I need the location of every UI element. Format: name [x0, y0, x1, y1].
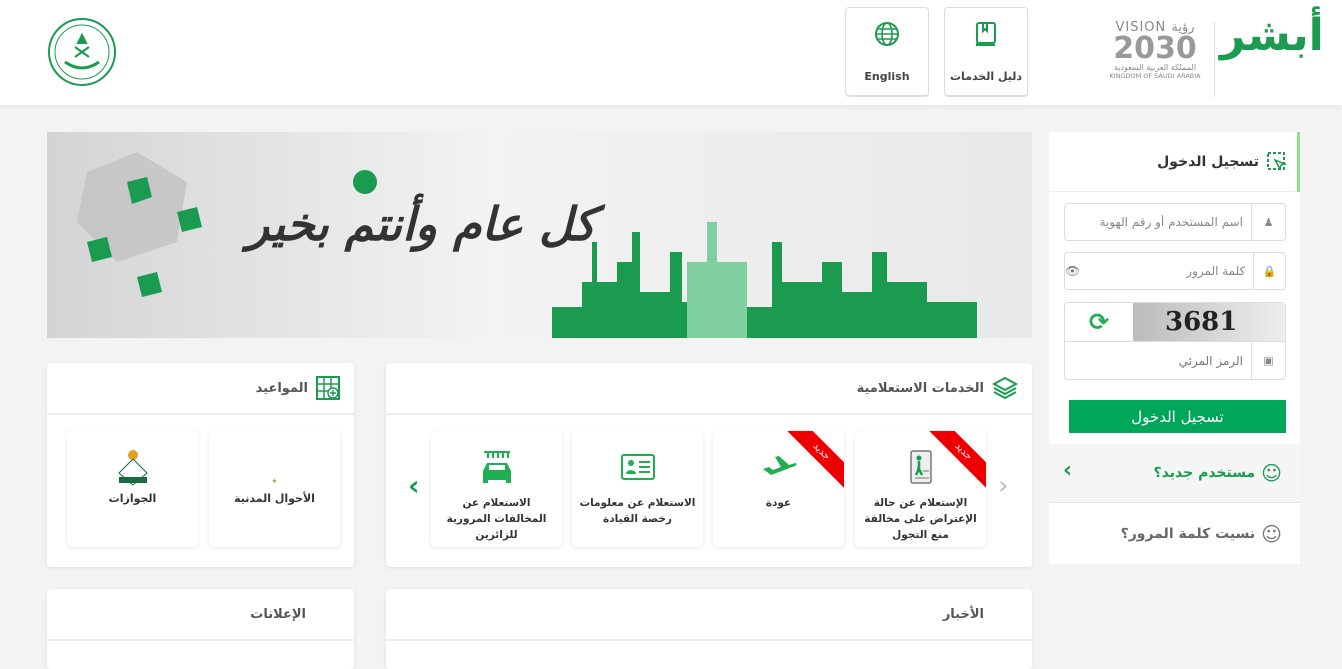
- password-input[interactable]: [1087, 253, 1254, 289]
- chevron-left-icon: ‹: [1063, 458, 1073, 483]
- captcha-image: 3681: [1133, 303, 1285, 341]
- eye-icon[interactable]: 👁: [1065, 264, 1087, 278]
- passports-logo: [117, 450, 148, 486]
- service-curfew-objection[interactable]: جديد الإستعلام عن حالة الإعتراض على مخال…: [855, 431, 986, 547]
- refresh-captcha-icon[interactable]: ⟳: [1065, 303, 1133, 341]
- vision-2030-logo: VISION رؤية 2030 المملكة العربية السعودي…: [1109, 20, 1201, 80]
- services-guide-button[interactable]: دليل الخدمات: [944, 7, 1028, 97]
- login-title: تسجيل الدخول: [1157, 153, 1259, 170]
- ministry-emblem-logo: [48, 18, 116, 86]
- english-button[interactable]: English: [845, 7, 929, 97]
- appointments-title: المواعيد: [255, 380, 308, 396]
- english-label: English: [864, 70, 910, 83]
- absher-logo: أبشر: [1220, 10, 1324, 61]
- carousel-next-arrow[interactable]: ‹: [408, 469, 420, 502]
- announcements-title: الإعلانات: [250, 606, 306, 622]
- carousel-prev-arrow[interactable]: ›: [998, 471, 1008, 501]
- username-input[interactable]: [1065, 204, 1251, 240]
- appointment-civil-affairs[interactable]: ★ الأحوال المدنية: [209, 431, 340, 547]
- login-submit-button[interactable]: تسجيل الدخول: [1069, 400, 1286, 433]
- captcha-box: ⟳ 3681 ▣: [1064, 302, 1286, 380]
- username-field[interactable]: ♟: [1064, 203, 1286, 241]
- service-visitor-traffic-violations[interactable]: الاستعلام عن المخالفات المرورية للزائرين: [431, 431, 562, 547]
- captcha-input[interactable]: [1065, 342, 1251, 379]
- image-icon: ▣: [1251, 342, 1285, 379]
- civil-affairs-logo: ★: [271, 477, 278, 485]
- greeting-banner: كل عام وأنتم بخير: [47, 132, 1032, 338]
- lock-icon: 🔒: [1253, 253, 1285, 289]
- layers-icon: [992, 376, 1018, 400]
- password-field[interactable]: 🔒 👁: [1064, 252, 1286, 290]
- announcements-card: الإعلانات: [47, 589, 354, 669]
- add-user-icon: ☺: [1261, 461, 1282, 485]
- news-card: الأخبار: [386, 589, 1032, 669]
- book-icon: [976, 22, 996, 46]
- service-driving-license[interactable]: الاستعلام عن معلومات رخصة القيادة: [572, 431, 703, 547]
- news-title: الأخبار: [942, 606, 984, 622]
- services-guide-label: دليل الخدمات: [949, 70, 1023, 83]
- greeting-calligraphy: كل عام وأنتم بخير: [247, 197, 596, 251]
- airplane-icon: [762, 456, 796, 475]
- inquiry-services-card: الخدمات الاستعلامية › ‹ جديد الإستعلام ع…: [386, 363, 1032, 567]
- inquiry-services-title: الخدمات الاستعلامية: [856, 380, 984, 396]
- user-key-icon: ☺: [1261, 521, 1282, 546]
- new-user-link[interactable]: ‹ مستخدم جديد؟ ☺: [1049, 444, 1300, 503]
- service-return[interactable]: جديد عودة: [713, 431, 844, 547]
- document-person-icon: [909, 450, 932, 484]
- header: English دليل الخدمات VISION رؤية 2030 ال…: [0, 0, 1342, 105]
- user-icon: ♟: [1251, 204, 1285, 240]
- globe-icon: [875, 22, 899, 46]
- calendar-add-icon: [316, 376, 340, 400]
- appointment-passports[interactable]: الجوازات: [67, 431, 198, 547]
- appointments-card: المواعيد ★ الأحوال المدنية الجوازات: [47, 363, 354, 567]
- cursor-select-icon: [1267, 151, 1287, 171]
- forgot-password-link[interactable]: نسيت كلمة المرور؟ ☺: [1049, 504, 1300, 563]
- car-wash-icon: [482, 451, 511, 483]
- id-card-icon: [620, 454, 655, 480]
